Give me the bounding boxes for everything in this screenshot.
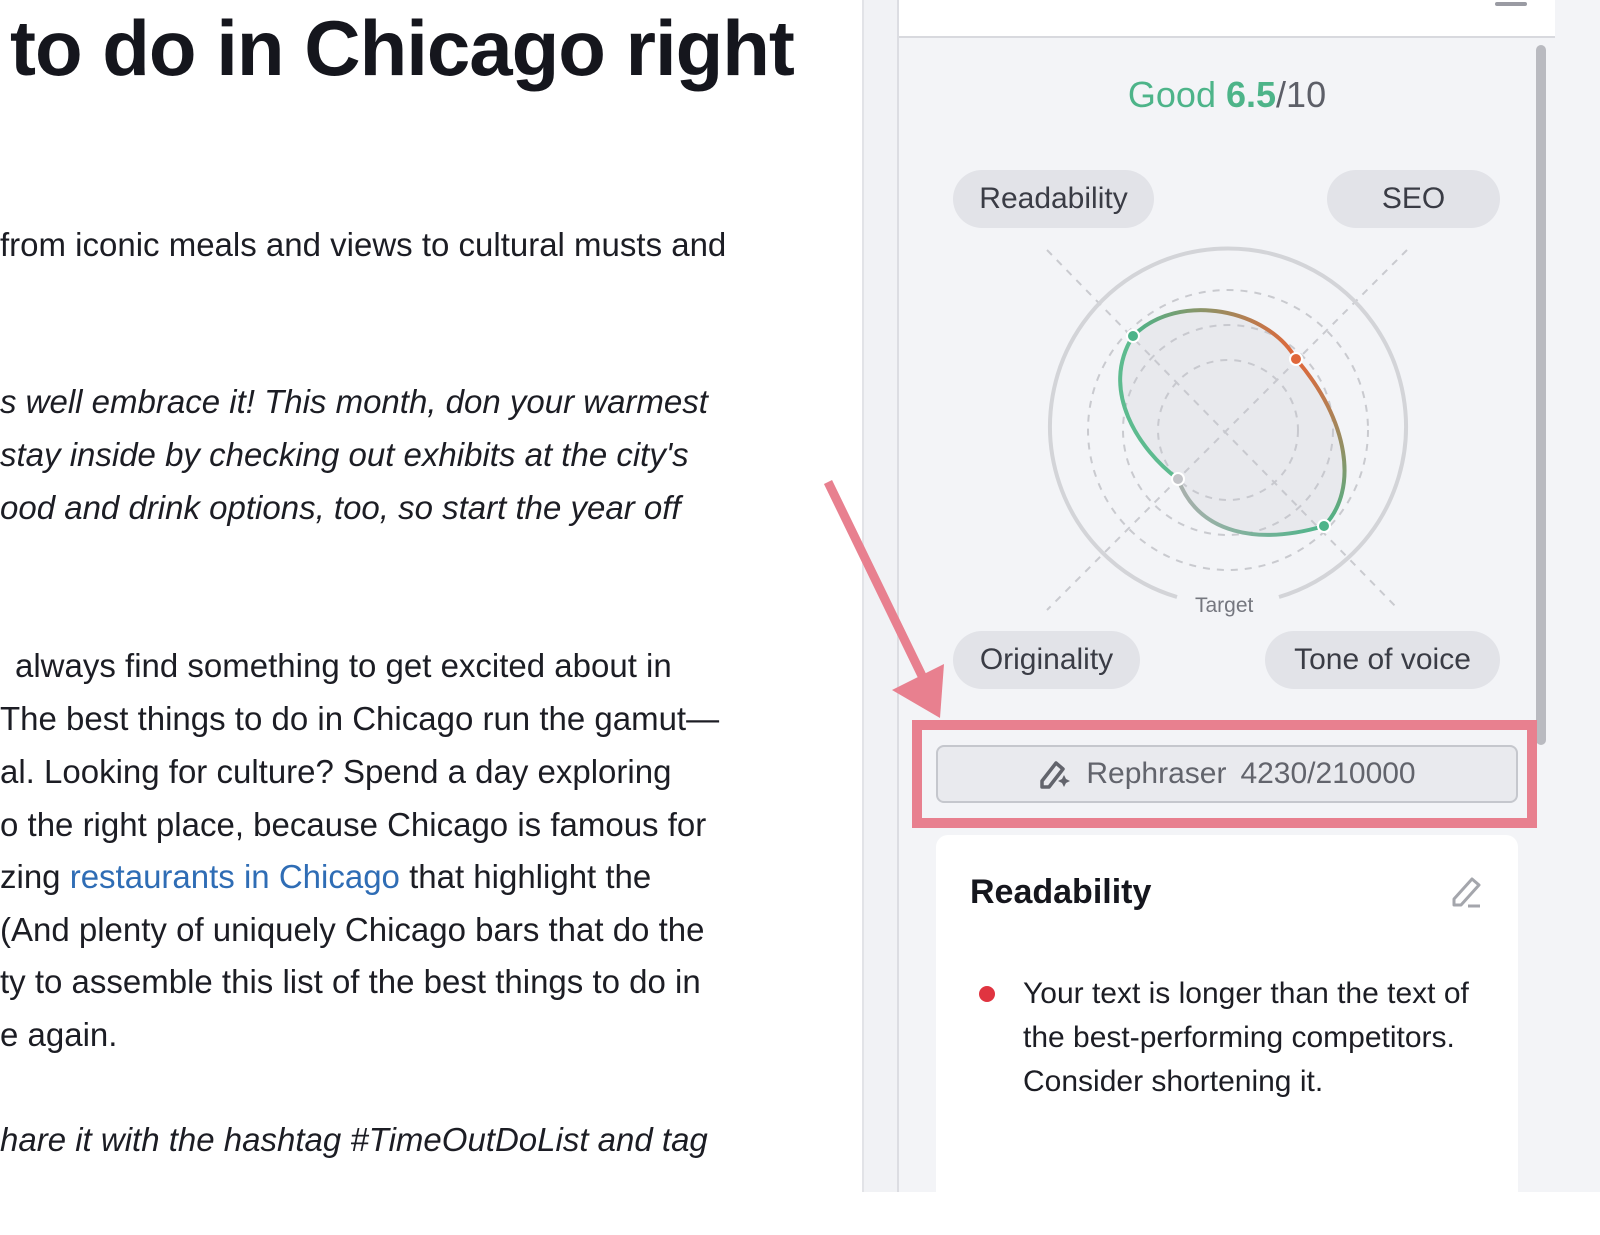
target-label: Target [1195, 594, 1254, 617]
readability-point [1126, 329, 1140, 343]
panel-resize-gutter[interactable] [862, 0, 899, 1192]
score-area [1120, 310, 1345, 535]
readability-issue: Your text is longer than the text of the… [1023, 977, 1469, 1098]
minimize-icon[interactable] [1495, 2, 1527, 6]
tone-point [1317, 519, 1331, 533]
article-editor[interactable]: to do in Chicago right from iconic meals… [0, 0, 862, 1192]
paragraph-line: zing restaurants in Chicago that highlig… [0, 857, 651, 897]
rephraser-count: 4230/210000 [1240, 757, 1416, 790]
paragraph-line: e again. [0, 1016, 118, 1053]
rephraser-label: Rephraser [1086, 757, 1227, 790]
text: zing [0, 858, 70, 895]
panel-header [899, 0, 1555, 38]
paragraph-line: hare it with the hashtag #TimeOutDoList … [0, 1121, 708, 1158]
readability-card: Readability Your text is longer than the… [936, 835, 1518, 1235]
score-max: /10 [1276, 74, 1327, 115]
article-title: to do in Chicago right [10, 4, 795, 92]
seo-point [1289, 352, 1303, 366]
originality-pill[interactable]: Originality [953, 631, 1140, 689]
seo-writing-assistant-panel: Good 6.5/10 Target Readability SEO Origi… [899, 0, 1600, 1235]
readability-pill[interactable]: Readability [953, 170, 1154, 228]
radar-chart [1046, 246, 1408, 611]
card-title: Readability [970, 873, 1152, 911]
restaurants-link[interactable]: restaurants in Chicago [70, 858, 400, 895]
tone-of-voice-pill[interactable]: Tone of voice [1265, 631, 1500, 689]
paragraph-line: from iconic meals and views to cultural … [0, 226, 727, 263]
paragraph-line: al. Looking for culture? Spend a day exp… [0, 753, 672, 790]
paragraph-line: (And plenty of uniquely Chicago bars tha… [0, 911, 705, 948]
paragraph-line: stay inside by checking out exhibits at … [0, 436, 689, 473]
paragraph-line: The best things to do in Chicago run the… [0, 700, 720, 737]
paragraph-line: ood and drink options, too, so start the… [0, 489, 681, 526]
paragraph-line: ty to assemble this list of the best thi… [0, 963, 701, 1000]
overall-score: Good 6.5/10 [899, 74, 1555, 116]
originality-point [1171, 472, 1185, 486]
score-value: 6.5 [1226, 74, 1277, 115]
paragraph-line: always find something to get excited abo… [15, 647, 672, 684]
paragraph-line: s well embrace it! This month, don your … [0, 383, 708, 420]
issue-severity-dot [979, 986, 995, 1002]
magic-pen-icon [1040, 761, 1071, 789]
paragraph-line: o the right place, because Chicago is fa… [0, 806, 707, 843]
text: that highlight the [399, 858, 652, 895]
pencil-icon[interactable] [1448, 873, 1484, 909]
rephraser-button[interactable]: Rephraser 4230/210000 [936, 745, 1518, 803]
score-label: Good [1127, 74, 1216, 115]
seo-pill[interactable]: SEO [1327, 170, 1500, 228]
